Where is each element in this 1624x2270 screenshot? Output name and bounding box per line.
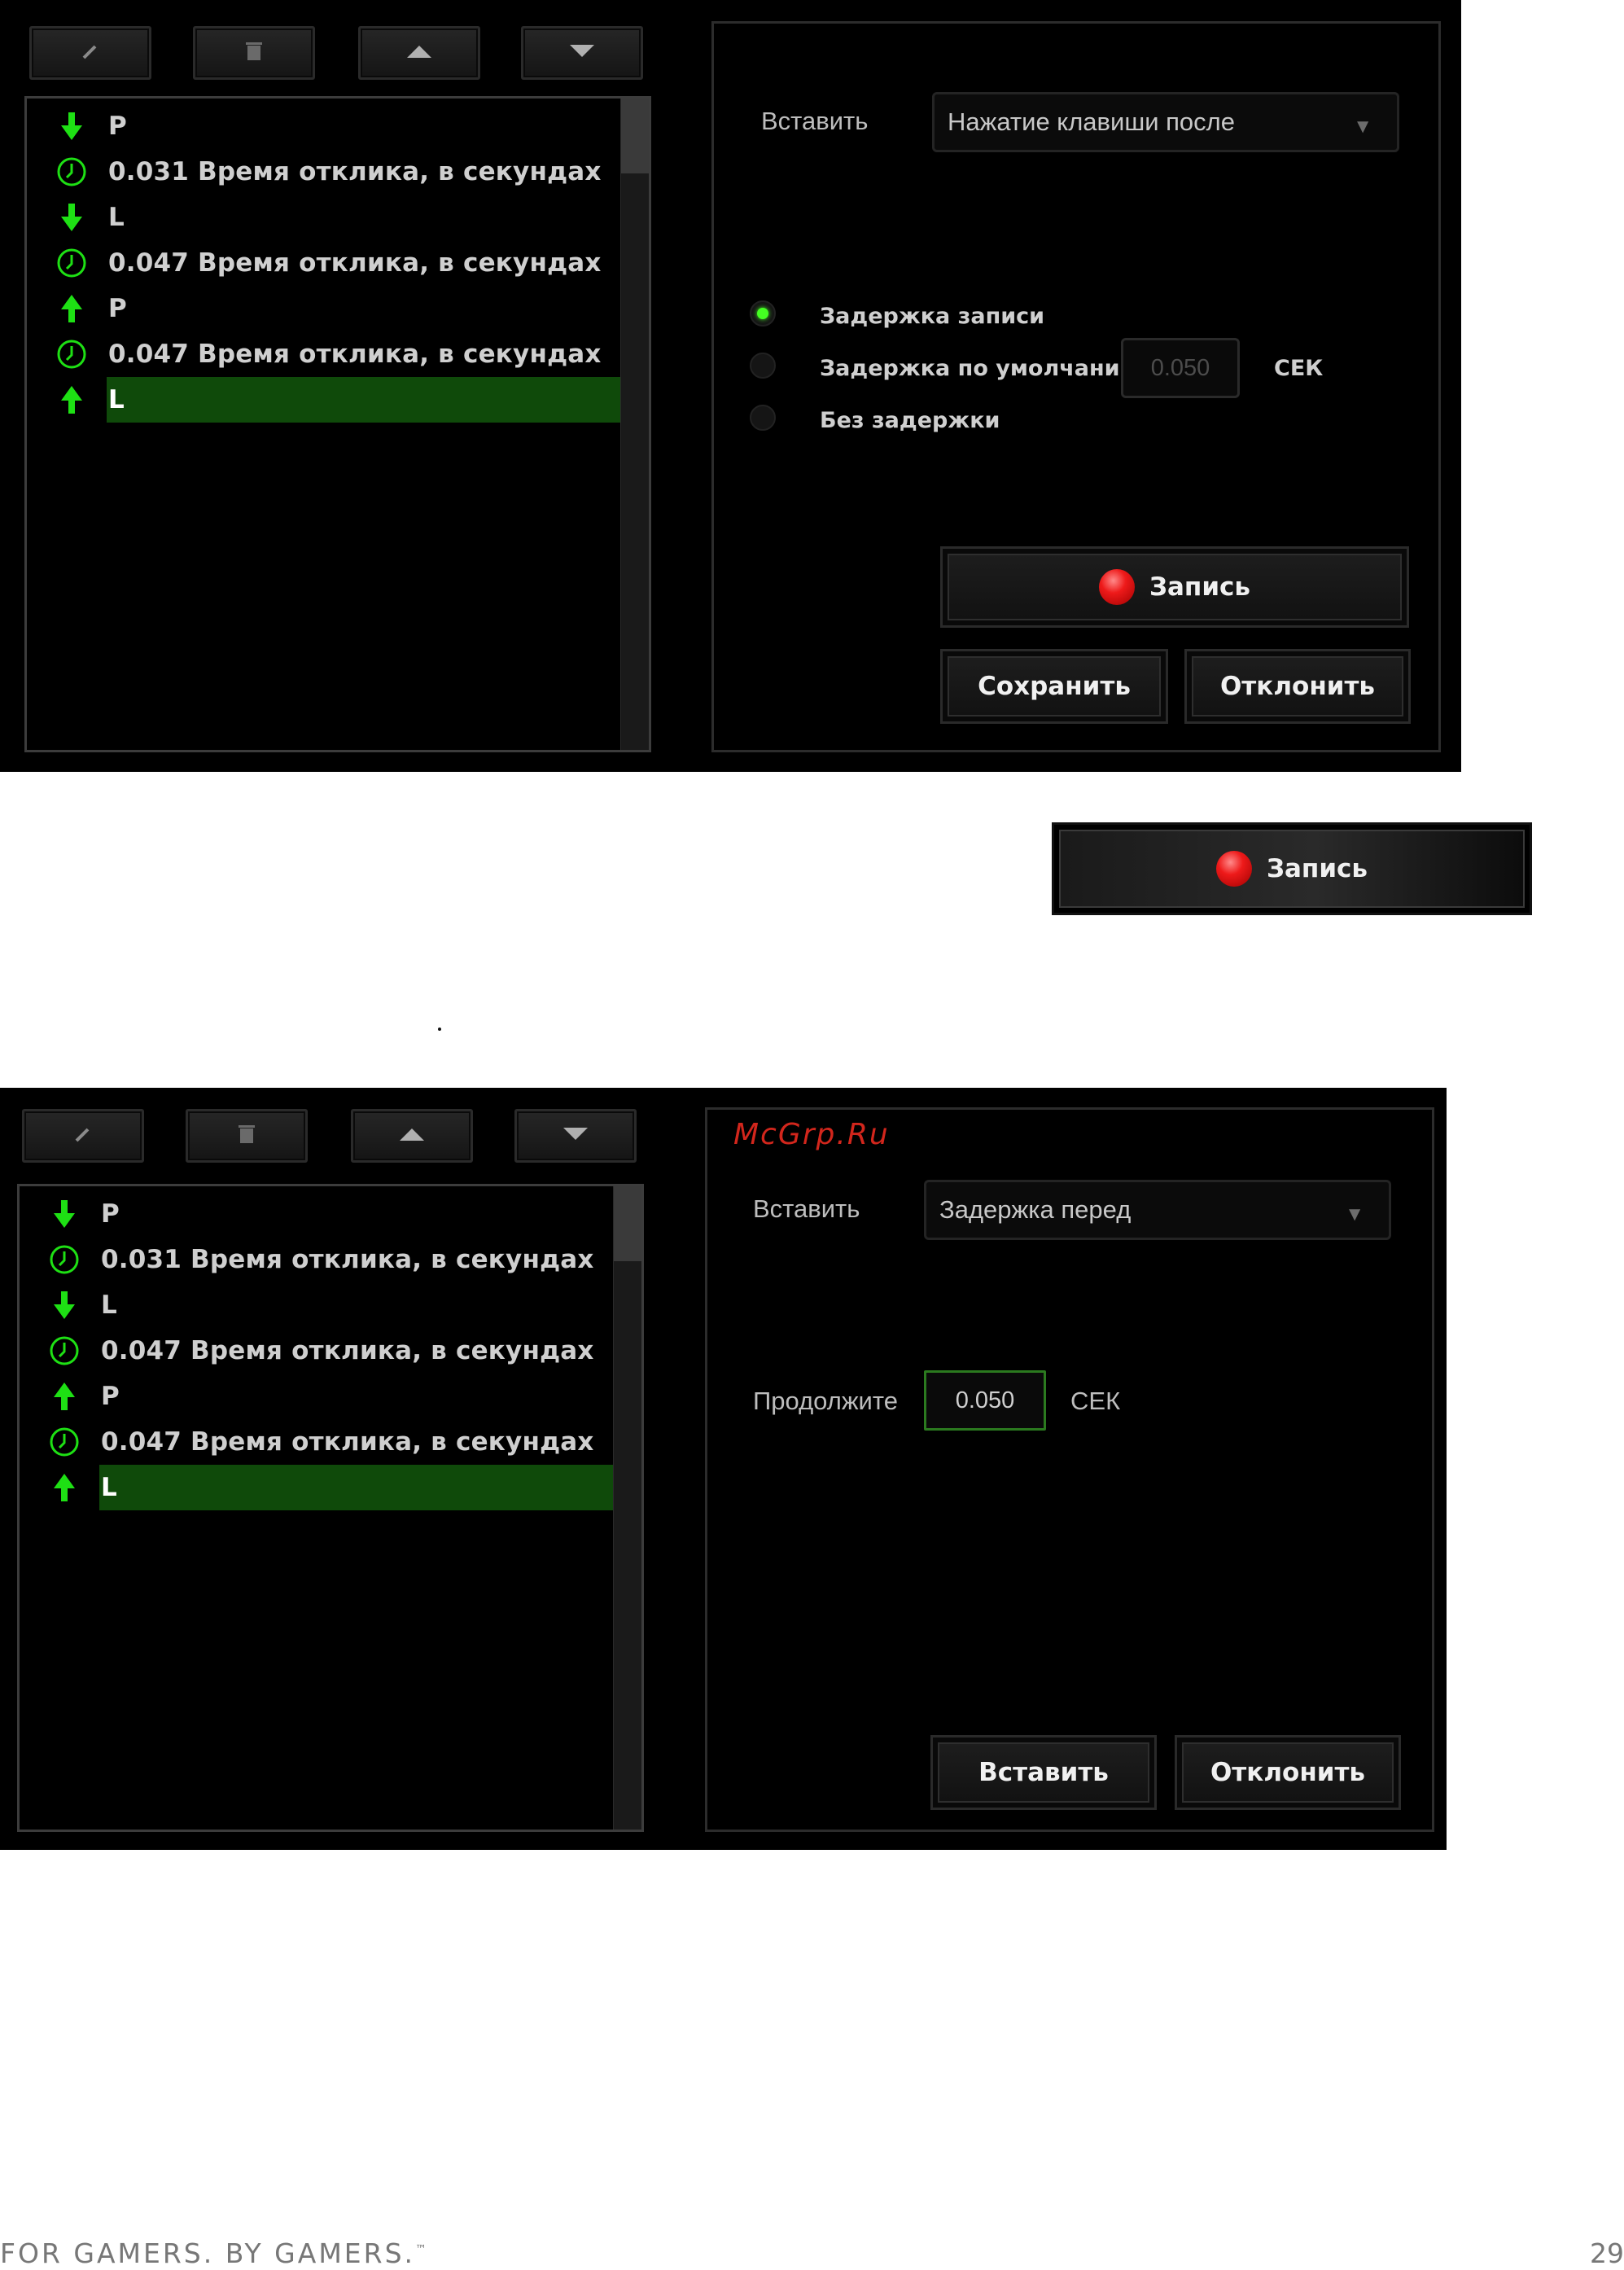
selection-highlight	[99, 1465, 614, 1510]
clock-icon	[55, 156, 88, 188]
macro-event-list[interactable]: P 0.031 Время отклика, в секундах L 0.04…	[17, 1184, 644, 1832]
edit-icon	[72, 1124, 94, 1148]
chevron-down-icon: ▼	[1353, 116, 1372, 138]
insert-type-dropdown[interactable]: Нажатие клавиши после ▼	[932, 92, 1399, 152]
arrow-up-icon	[48, 1471, 81, 1504]
list-item[interactable]: 0.031 Время отклика, в секундах	[20, 1237, 614, 1282]
scrollbar[interactable]	[620, 99, 649, 750]
clock-icon	[48, 1334, 81, 1367]
footer-slogan: FOR GAMERS. BY GAMERS.™	[0, 2237, 427, 2269]
arrow-down-icon	[55, 201, 88, 234]
radio-default-delay-label: Задержка по умолчанию	[820, 356, 1141, 381]
move-up-button[interactable]	[351, 1109, 473, 1163]
arrow-up-icon	[55, 383, 88, 416]
macro-event-list[interactable]: P 0.031 Время отклика, в секундах L 0.04…	[24, 96, 651, 752]
save-button[interactable]: Сохранить	[940, 649, 1168, 724]
delete-button[interactable]	[186, 1109, 308, 1163]
list-item[interactable]: P	[27, 286, 621, 331]
insert-settings-panel: McGrp.Ru Вставить Задержка перед ▼ Продо…	[705, 1107, 1434, 1832]
delete-icon	[245, 41, 263, 65]
selection-highlight	[107, 377, 621, 423]
arrow-up-icon	[55, 292, 88, 325]
cancel-button[interactable]: Отклонить	[1184, 649, 1411, 724]
cancel-button[interactable]: Отклонить	[1175, 1735, 1401, 1810]
duration-label: Продолжите	[753, 1387, 898, 1415]
page-number: 29	[1590, 2237, 1624, 2269]
separator-dot	[438, 1028, 441, 1031]
radio-record-delay[interactable]	[750, 300, 776, 326]
clock-icon	[48, 1426, 81, 1458]
radio-no-delay-label: Без задержки	[820, 408, 1000, 433]
delete-button[interactable]	[193, 26, 315, 80]
insert-label: Вставить	[761, 107, 869, 135]
macro-editor-panel-insert-delay: P 0.031 Время отклика, в секундах L 0.04…	[0, 1088, 1447, 1850]
radio-record-delay-label: Задержка записи	[820, 304, 1045, 329]
list-item[interactable]: 0.047 Время отклика, в секундах	[27, 240, 621, 286]
unit-label: СЕК	[1274, 356, 1324, 381]
insert-button[interactable]: Вставить	[930, 1735, 1157, 1810]
move-up-icon	[398, 1126, 426, 1146]
clock-icon	[55, 247, 88, 279]
delete-icon	[238, 1124, 256, 1148]
scrollbar-thumb[interactable]	[621, 99, 649, 173]
scrollbar-thumb[interactable]	[614, 1186, 641, 1261]
record-icon	[1098, 569, 1135, 605]
move-down-button[interactable]	[521, 26, 643, 80]
list-item[interactable]: P	[27, 103, 621, 149]
arrow-up-icon	[48, 1380, 81, 1413]
move-up-icon	[405, 43, 433, 63]
edit-button[interactable]	[29, 26, 151, 80]
list-item[interactable]: 0.047 Время отклика, в секундах	[20, 1328, 614, 1374]
insert-label: Вставить	[753, 1194, 860, 1223]
chevron-down-icon: ▼	[1345, 1203, 1364, 1225]
record-icon	[1215, 851, 1252, 887]
duration-input[interactable]: 0.050	[924, 1370, 1046, 1431]
unit-label: СЕК	[1070, 1387, 1121, 1415]
list-item[interactable]: 0.047 Время отклика, в секундах	[27, 331, 621, 377]
list-item[interactable]: L	[20, 1282, 614, 1328]
move-down-icon	[562, 1126, 589, 1146]
radio-no-delay[interactable]	[750, 405, 776, 431]
list-item[interactable]: L	[27, 195, 621, 240]
watermark-text: McGrp.Ru	[733, 1118, 890, 1151]
arrow-down-icon	[55, 110, 88, 142]
move-down-button[interactable]	[514, 1109, 637, 1163]
list-item[interactable]: 0.031 Время отклика, в секундах	[27, 149, 621, 195]
clock-icon	[48, 1243, 81, 1276]
edit-button[interactable]	[22, 1109, 144, 1163]
scrollbar[interactable]	[613, 1186, 641, 1830]
default-delay-input[interactable]: 0.050	[1121, 338, 1240, 398]
insert-type-value: Задержка перед	[939, 1195, 1132, 1224]
list-item[interactable]: P	[20, 1374, 614, 1419]
insert-type-value: Нажатие клавиши после	[948, 107, 1235, 136]
clock-icon	[55, 338, 88, 370]
record-button-illustration[interactable]: Запись	[1052, 822, 1532, 915]
insert-settings-panel: Вставить Нажатие клавиши после ▼ Задержк…	[711, 21, 1441, 752]
radio-default-delay[interactable]	[750, 353, 776, 379]
list-item-selected[interactable]: L	[20, 1465, 614, 1510]
list-item-selected[interactable]: L	[27, 377, 621, 423]
arrow-down-icon	[48, 1289, 81, 1321]
record-button[interactable]: Запись	[940, 546, 1409, 628]
edit-icon	[80, 41, 101, 65]
insert-type-dropdown[interactable]: Задержка перед ▼	[924, 1180, 1391, 1240]
macro-editor-panel-record: P 0.031 Время отклика, в секундах L 0.04…	[0, 0, 1461, 772]
list-item[interactable]: 0.047 Время отклика, в секундах	[20, 1419, 614, 1465]
trademark: ™	[415, 2243, 427, 2256]
move-up-button[interactable]	[358, 26, 480, 80]
list-item[interactable]: P	[20, 1191, 614, 1237]
arrow-down-icon	[48, 1198, 81, 1230]
move-down-icon	[568, 43, 596, 63]
